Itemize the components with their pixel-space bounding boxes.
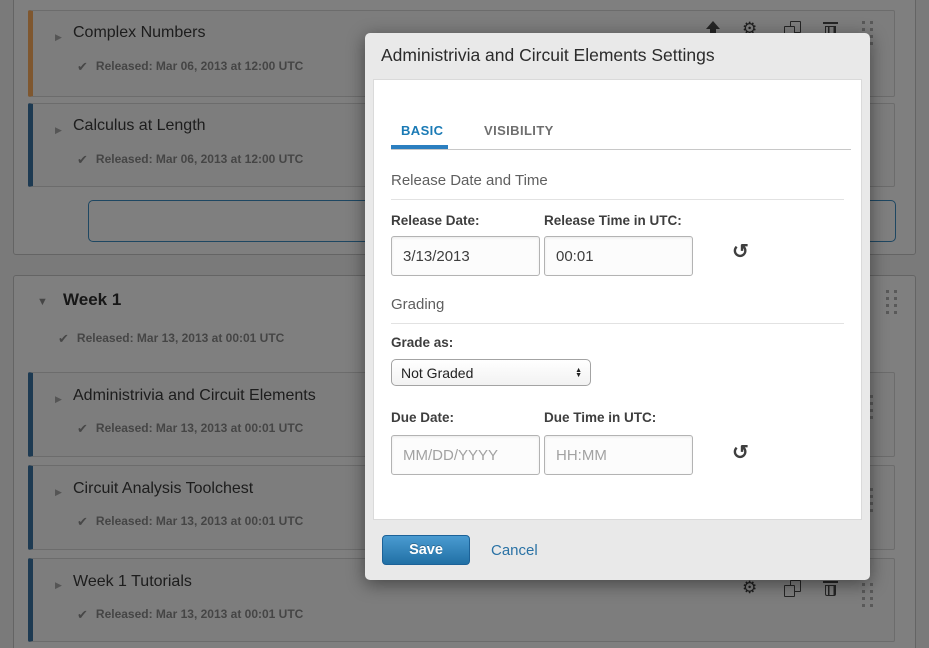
select-arrows-icon: ▲▼ bbox=[575, 368, 582, 378]
screen: ▶ Complex Numbers ✔ Released: Mar 06, 20… bbox=[0, 0, 929, 648]
grading-section-heading: Grading bbox=[391, 296, 444, 313]
tab-divider bbox=[391, 149, 851, 150]
tab-visibility[interactable]: VISIBILITY bbox=[484, 123, 554, 138]
section-divider bbox=[391, 199, 844, 200]
due-date-input[interactable] bbox=[391, 435, 540, 475]
grade-as-label: Grade as: bbox=[391, 335, 453, 350]
due-time-input[interactable] bbox=[544, 435, 693, 475]
reset-due-icon[interactable]: ↺ bbox=[732, 443, 749, 463]
section-divider bbox=[391, 323, 844, 324]
due-time-label: Due Time in UTC: bbox=[544, 410, 656, 425]
save-button[interactable]: Save bbox=[382, 535, 470, 565]
grade-select-value: Not Graded bbox=[401, 365, 575, 381]
grade-select[interactable]: Not Graded ▲▼ bbox=[391, 359, 591, 386]
release-section-heading: Release Date and Time bbox=[391, 172, 548, 189]
release-time-label: Release Time in UTC: bbox=[544, 213, 682, 228]
modal-title: Administrivia and Circuit Elements Setti… bbox=[381, 45, 715, 66]
release-date-label: Release Date: bbox=[391, 213, 480, 228]
modal-content-panel: BASIC VISIBILITY Release Date and Time R… bbox=[373, 79, 862, 520]
due-date-label: Due Date: bbox=[391, 410, 454, 425]
release-time-input[interactable] bbox=[544, 236, 693, 276]
release-date-input[interactable] bbox=[391, 236, 540, 276]
tab-basic[interactable]: BASIC bbox=[401, 123, 443, 138]
reset-release-icon[interactable]: ↺ bbox=[732, 242, 749, 262]
settings-modal: Administrivia and Circuit Elements Setti… bbox=[365, 33, 870, 580]
cancel-link[interactable]: Cancel bbox=[491, 542, 538, 559]
